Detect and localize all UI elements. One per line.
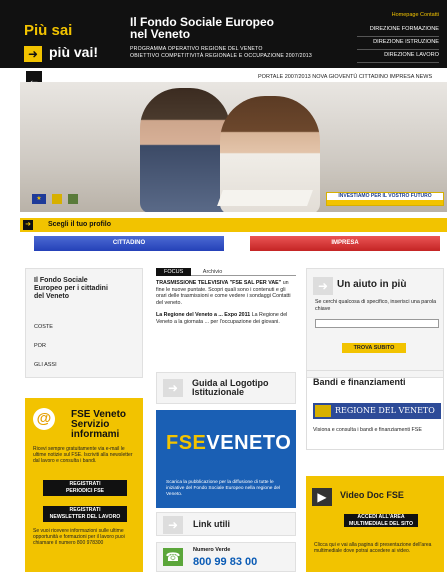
impresa-button[interactable]: IMPRESA	[250, 236, 440, 251]
search-help-title: Un aiuto in più	[337, 279, 407, 290]
search-help-desc: Se cerchi qualcosa di specifico, inseris…	[315, 299, 437, 312]
fse-informami-panel: @ FSE Veneto Servizio informami Ricevi s…	[25, 398, 143, 572]
hero-book	[217, 190, 313, 206]
news-title: La Regione del Veneto a ... Expo 2011	[156, 312, 251, 319]
site-subtitle: PROGRAMMA OPERATIVO REGIONE DEL VENETO O…	[130, 46, 312, 59]
nav-direzione-formazione[interactable]: DIREZIONE FORMAZIONE	[357, 24, 439, 37]
region-emblem-icon	[68, 194, 78, 204]
numero-verde-number[interactable]: 800 99 83 00	[193, 556, 257, 568]
bandi-panel: Bandi e finanziamenti REGIONE DEL VENETO…	[306, 370, 444, 450]
invest-strip	[327, 200, 443, 205]
logo-word-fse: FSE	[166, 432, 207, 454]
site-title-line2: nel Veneto	[130, 27, 191, 41]
fse-veneto-logo: FSEVENETO	[166, 432, 291, 455]
register-newsletter-button[interactable]: REGISTRATI NEWSLETTER DEL LAVORO	[43, 506, 127, 522]
news-title: TRASMISSIONE TELEVISIVA "FSE SAL PER VAE…	[156, 280, 282, 286]
arrow-right-icon: ➜	[24, 46, 42, 62]
search-submit-button[interactable]: TROVA SUBITO	[342, 343, 406, 353]
invest-label: INVESTIAMO PER IL VOSTRO FUTURO	[338, 193, 432, 199]
list-item[interactable]: GLI ASSI	[34, 362, 57, 368]
nav-direzione-lavoro[interactable]: DIREZIONE LAVORO	[357, 50, 439, 63]
nav-direzione-istruzione[interactable]: DIREZIONE ISTRUZIONE	[357, 37, 439, 50]
news-list: TRASMISSIONE TELEVISIVA "FSE SAL PER VAE…	[156, 280, 296, 326]
guida-logotipo-link[interactable]: ➜ Guida al Logotipo Istituzionale	[156, 372, 296, 404]
arrow-right-icon: ➜	[313, 277, 333, 295]
cittadino-button[interactable]: CITTADINO	[34, 236, 224, 251]
arrow-right-icon: ➜	[23, 220, 33, 230]
fse-veneto-banner[interactable]: FSEVENETO Scarica la pubblicazione per l…	[156, 410, 296, 508]
register-periodici-button[interactable]: REGISTRATI PERIODICI FSE	[43, 480, 127, 496]
link-utili-panel[interactable]: ➜ Link utili	[156, 512, 296, 536]
profile-strip: ➜ Scegli il tuo profilo	[20, 218, 447, 232]
logo-word-veneto: VENETO	[206, 432, 292, 454]
arrow-right-icon: ➜	[163, 516, 183, 534]
regione-label: REGIONE DEL VENETO	[335, 406, 435, 415]
fse-veneto-desc: Scarica la pubblicazione per la diffusio…	[166, 480, 281, 497]
video-doc-panel: ▶ Video Doc FSE ACCEDI ALL'AREA MULTIMED…	[306, 476, 444, 572]
top-links[interactable]: Homepage Contatti	[357, 12, 439, 18]
fse-cittadini-title: Il Fondo Sociale Europeo per i cittadini…	[34, 277, 108, 300]
hero-person-boy	[140, 88, 230, 212]
tab-archivio[interactable]: Archivio	[203, 269, 223, 275]
subtitle-line2: OBIETTIVO COMPETITIVITÀ REGIONALE E OCCU…	[130, 52, 312, 59]
search-input[interactable]	[315, 319, 439, 328]
button-label-line2: MULTIMEDIALE DEL SITO	[349, 520, 413, 527]
invest-badge: INVESTIAMO PER IL VOSTRO FUTURO	[326, 192, 444, 206]
list-item[interactable]: POR	[34, 343, 57, 349]
eu-flag-icon: ★	[32, 194, 46, 204]
arrow-right-icon: ➜	[163, 379, 183, 397]
fse-informami-title: FSE Veneto Servizio informami	[71, 410, 126, 440]
lion-emblem-icon	[315, 405, 331, 417]
hero-banner: ★ INVESTIAMO PER IL VOSTRO FUTURO	[20, 82, 447, 212]
institution-logos: ★	[32, 194, 92, 208]
search-help-panel: ➜ Un aiuto in più Se cerchi qualcosa di …	[306, 268, 444, 378]
at-sign-icon: @	[33, 408, 55, 430]
fse-informami-footer: Se vuoi ricevere informazioni sulle ulti…	[33, 528, 125, 547]
video-title: Video Doc FSE	[340, 490, 404, 500]
logo-text-line2: più vai!	[49, 44, 99, 60]
tab-focus[interactable]: FOCUS	[156, 268, 192, 276]
guida-title-line2: Istituzionale	[192, 387, 245, 397]
site-logo[interactable]: Più sai ➜ più vai!	[20, 20, 110, 70]
button-label-line1: REGISTRATI	[69, 481, 101, 487]
logo-text-line1: Più sai	[24, 22, 73, 39]
fse-cittadini-list: COSTE POR GLI ASSI	[34, 324, 57, 381]
play-icon: ▶	[312, 488, 332, 506]
button-label-line1: REGISTRATI	[69, 507, 101, 513]
link-utili-title: Link utili	[193, 519, 230, 529]
numero-verde-label: Numero Verde	[193, 547, 231, 553]
list-item[interactable]: COSTE	[34, 324, 57, 330]
video-access-button[interactable]: ACCEDI ALL'AREA MULTIMEDIALE DEL SITO	[344, 514, 418, 527]
button-label-line2: PERIODICI FSE	[65, 488, 105, 494]
secondary-nav[interactable]: PORTALE 2007/2013 NOVA GIOVENTÙ CITTADIN…	[258, 74, 444, 80]
profile-label: Scegli il tuo profilo	[48, 221, 111, 228]
site-header: Più sai ➜ più vai! Il Fondo Sociale Euro…	[0, 0, 447, 68]
focus-news: FOCUS Archivio TRASMISSIONE TELEVISIVA "…	[156, 268, 296, 368]
video-desc: Clicca qui e vai alla pagina di presenta…	[314, 542, 432, 555]
italy-emblem-icon	[52, 194, 62, 204]
phone-icon: ☎	[163, 548, 183, 566]
focus-tabs: FOCUS Archivio	[156, 268, 296, 276]
bandi-title: Bandi e finanziamenti	[313, 377, 406, 387]
fse-informami-desc: Ricevi sempre gratuitamente via e-mail l…	[33, 446, 133, 465]
news-item[interactable]: La Regione del Veneto a ... Expo 2011 La…	[156, 312, 296, 325]
site-title: Il Fondo Sociale Europeo nel Veneto	[130, 16, 274, 40]
button-label-line2: NEWSLETTER DEL LAVORO	[49, 514, 121, 520]
regione-veneto-banner[interactable]: REGIONE DEL VENETO	[313, 403, 441, 419]
informami-title-line3: informami	[71, 429, 120, 440]
news-item[interactable]: TRASMISSIONE TELEVISIVA "FSE SAL PER VAE…	[156, 280, 296, 306]
bandi-desc: Visiona e consulta i bandi e finanziamen…	[313, 427, 422, 433]
top-navigation: Homepage Contatti DIREZIONE FORMAZIONE D…	[357, 12, 439, 63]
guida-title: Guida al Logotipo Istituzionale	[192, 379, 269, 397]
fse-cittadini-panel: Il Fondo Sociale Europeo per i cittadini…	[25, 268, 143, 378]
numero-verde-panel: ☎ Numero Verde 800 99 83 00	[156, 542, 296, 572]
